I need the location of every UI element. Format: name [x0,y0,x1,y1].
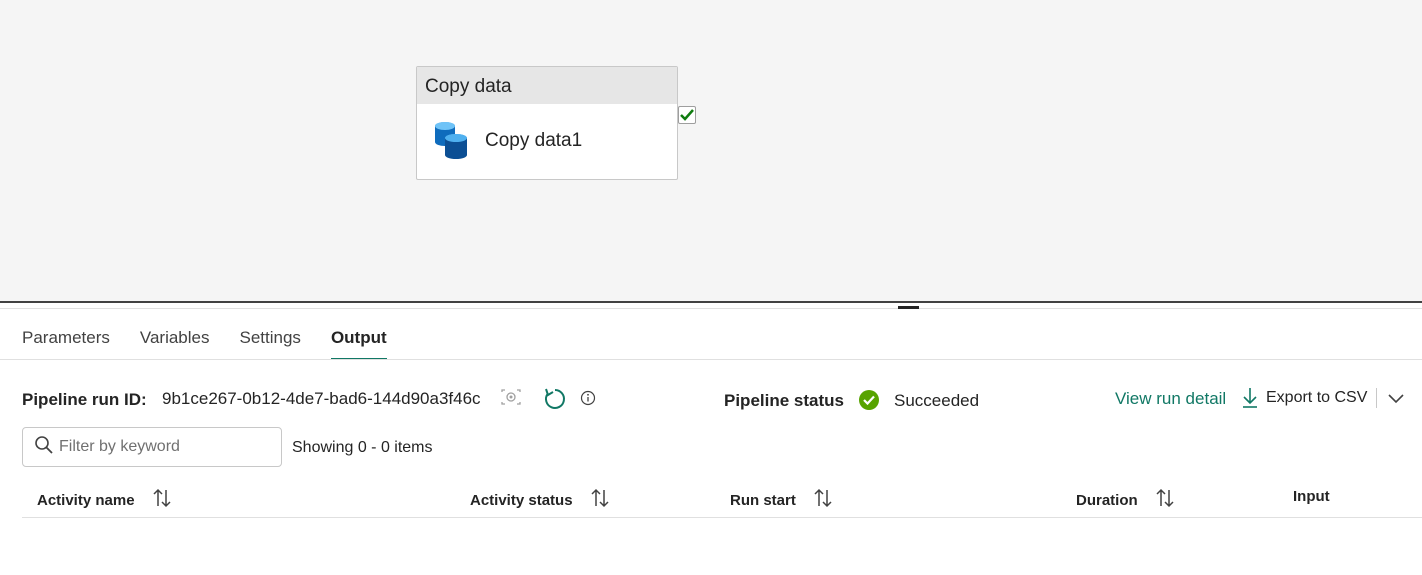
properties-tabs: Parameters Variables Settings Output [22,322,417,360]
search-icon [35,435,53,459]
column-label: Activity name [37,491,135,509]
filter-input[interactable] [59,438,259,456]
refresh-icon[interactable] [543,387,567,416]
pipeline-canvas[interactable] [0,0,1422,302]
column-label: Input [1293,488,1330,505]
column-header-activity-status[interactable]: Activity status [470,488,609,512]
success-icon [858,389,880,416]
tab-parameters[interactable]: Parameters [22,322,110,360]
column-header-input[interactable]: Input [1293,488,1330,505]
column-label: Duration [1076,491,1138,509]
info-icon[interactable] [580,390,596,411]
view-run-detail-link[interactable]: View run detail [1115,389,1226,409]
column-header-activity-name[interactable]: Activity name [37,488,171,512]
sort-icon[interactable] [153,488,171,512]
canvas-divider [0,301,1422,303]
column-header-run-start[interactable]: Run start [730,488,832,512]
table-header-divider [22,517,1422,518]
tabs-divider [0,359,1422,360]
copy-activity-node[interactable]: Copy data Copy data1 [416,66,678,180]
column-header-duration[interactable]: Duration [1076,488,1174,512]
run-id-label: Pipeline run ID: [22,390,147,409]
tab-variables[interactable]: Variables [140,322,210,360]
database-icon [433,120,469,160]
node-header: Copy data [417,67,677,104]
node-label: Copy data1 [485,130,583,151]
column-label: Run start [730,491,796,509]
sort-icon[interactable] [1156,488,1174,512]
sort-icon[interactable] [591,488,609,512]
toolbar-separator [1376,388,1377,408]
export-csv-button[interactable]: Export to CSV [1266,389,1367,407]
pipeline-status-label: Pipeline status [724,391,844,410]
tab-settings[interactable]: Settings [240,322,301,360]
column-label: Activity status [470,491,573,509]
item-count: Showing 0 - 0 items [292,439,433,456]
sort-icon[interactable] [814,488,832,512]
success-check-icon [678,106,696,124]
tab-output[interactable]: Output [330,322,387,360]
node-body: Copy data1 [417,104,677,180]
splitter-handle[interactable] [898,306,919,309]
copy-icon[interactable] [500,389,522,410]
chevron-down-icon[interactable] [1388,391,1404,409]
splitter-line [0,308,1422,309]
run-id-value: 9b1ce267-0b12-4de7-bad6-144d90a3f46c [162,389,481,408]
pipeline-status-value: Succeeded [894,391,980,410]
filter-box[interactable] [22,427,282,467]
download-icon[interactable] [1241,387,1259,414]
